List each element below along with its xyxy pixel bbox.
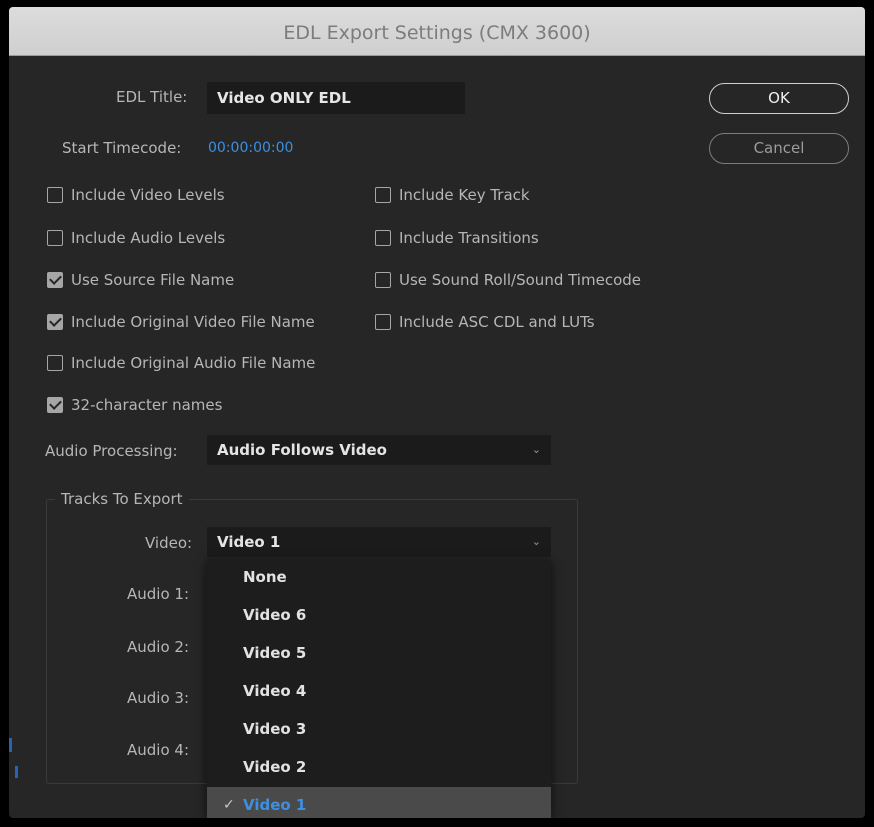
checkbox-label: Use Source File Name: [71, 271, 235, 289]
checkbox-label: 32-character names: [71, 396, 223, 414]
video-track-label: Video:: [145, 534, 193, 552]
tracks-to-export-label: Tracks To Export: [55, 490, 189, 508]
use-source-file-name-checkbox[interactable]: Use Source File Name: [47, 269, 234, 291]
menu-item-video-4[interactable]: Video 4: [207, 673, 551, 709]
menu-item-video-5[interactable]: Video 5: [207, 635, 551, 671]
menu-item-video-2[interactable]: Video 2: [207, 749, 551, 785]
video-track-dropdown-menu: None Video 6 Video 5 Video 4 Video 3 Vid…: [207, 559, 551, 818]
audio-3-label: Audio 3:: [127, 689, 189, 707]
menu-item-video-3[interactable]: Video 3: [207, 711, 551, 747]
edl-title-label: EDL Title:: [116, 88, 188, 106]
use-sound-roll-checkbox[interactable]: Use Sound Roll/Sound Timecode: [375, 269, 641, 291]
checkbox-unchecked-icon: [375, 314, 391, 330]
checkbox-label: Include Original Video File Name: [71, 313, 315, 331]
audio-4-label: Audio 4:: [127, 741, 189, 759]
dialog-title: EDL Export Settings (CMX 3600): [9, 7, 865, 56]
edl-export-dialog: EDL Export Settings (CMX 3600) EDL Title…: [9, 7, 865, 818]
menu-item-video-1[interactable]: ✓ Video 1: [207, 787, 551, 818]
include-asc-cdl-checkbox[interactable]: Include ASC CDL and LUTs: [375, 311, 595, 333]
32-character-names-checkbox[interactable]: 32-character names: [47, 394, 222, 416]
audio-processing-label: Audio Processing:: [45, 442, 178, 460]
audio-2-label: Audio 2:: [127, 638, 189, 656]
menu-item-label: Video 1: [243, 796, 307, 814]
checkbox-checked-icon: [47, 314, 63, 330]
checkbox-checked-icon: [47, 272, 63, 288]
checkbox-label: Include Original Audio File Name: [71, 354, 316, 372]
audio-1-label: Audio 1:: [127, 585, 189, 603]
video-track-select[interactable]: Video 1 ⌄: [207, 527, 551, 557]
include-transitions-checkbox[interactable]: Include Transitions: [375, 227, 539, 249]
checkbox-label: Include ASC CDL and LUTs: [399, 313, 595, 331]
checkbox-label: Include Key Track: [399, 186, 530, 204]
checkbox-unchecked-icon: [375, 272, 391, 288]
checkbox-checked-icon: [47, 397, 63, 413]
chevron-down-icon: ⌄: [531, 443, 541, 456]
background-window-fragment: [15, 766, 18, 778]
chevron-down-icon: ⌄: [531, 535, 541, 548]
include-original-audio-file-name-checkbox[interactable]: Include Original Audio File Name: [47, 352, 315, 374]
checkbox-unchecked-icon: [47, 187, 63, 203]
menu-item-video-6[interactable]: Video 6: [207, 597, 551, 633]
ok-button[interactable]: OK: [709, 83, 849, 114]
checkbox-unchecked-icon: [375, 187, 391, 203]
checkbox-label: Include Transitions: [399, 229, 539, 247]
start-timecode-label: Start Timecode:: [62, 139, 182, 157]
checkbox-label: Use Sound Roll/Sound Timecode: [399, 271, 641, 289]
checkmark-icon: ✓: [223, 797, 235, 813]
include-audio-levels-checkbox[interactable]: Include Audio Levels: [47, 227, 225, 249]
video-track-value: Video 1: [217, 533, 281, 551]
checkbox-unchecked-icon: [47, 355, 63, 371]
checkbox-unchecked-icon: [375, 230, 391, 246]
include-key-track-checkbox[interactable]: Include Key Track: [375, 184, 530, 206]
checkbox-label: Include Video Levels: [71, 186, 225, 204]
cancel-button[interactable]: Cancel: [709, 133, 849, 164]
background-window-fragment: [9, 738, 12, 752]
start-timecode-value[interactable]: 00:00:00:00: [208, 140, 293, 156]
audio-processing-select[interactable]: Audio Follows Video ⌄: [207, 435, 551, 465]
edl-title-input[interactable]: Video ONLY EDL: [207, 82, 465, 114]
menu-item-none[interactable]: None: [207, 559, 551, 595]
include-original-video-file-name-checkbox[interactable]: Include Original Video File Name: [47, 311, 315, 333]
checkbox-unchecked-icon: [47, 230, 63, 246]
audio-processing-value: Audio Follows Video: [217, 441, 387, 459]
include-video-levels-checkbox[interactable]: Include Video Levels: [47, 184, 225, 206]
checkbox-label: Include Audio Levels: [71, 229, 226, 247]
